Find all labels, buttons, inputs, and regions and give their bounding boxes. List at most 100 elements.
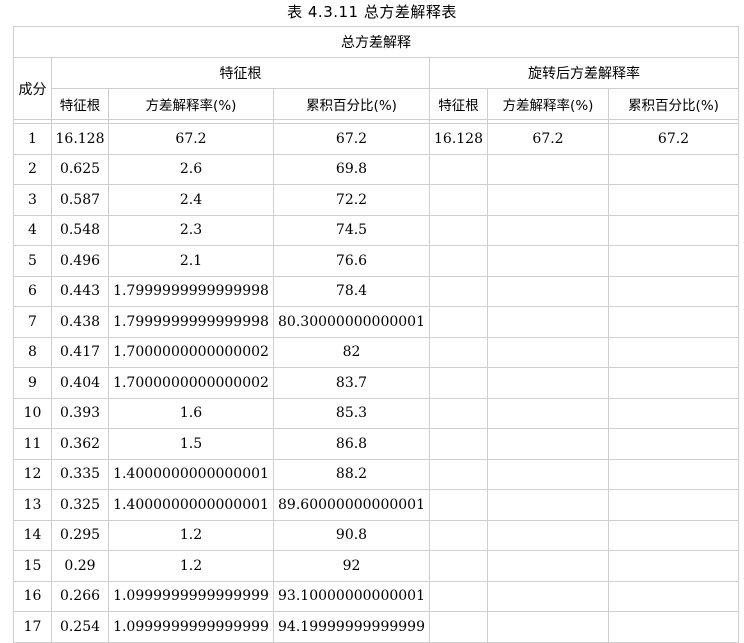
table-row: 9 0.404 1.7000000000000002 83.7 [13, 367, 740, 399]
cumulative-cell: 76.6 [273, 245, 430, 277]
rotated-eigen-cell [429, 489, 488, 521]
rotated-variance-cell [487, 306, 609, 338]
cumulative-cell: 82 [273, 336, 430, 368]
rotated-cumulative-cell [607, 550, 740, 582]
rotated-eigen-cell [429, 550, 488, 582]
rotated-eigen-cell [429, 153, 488, 185]
rotated-cumulative-cell [607, 458, 740, 490]
component-cell: 5 [13, 245, 52, 277]
cumulative-cell: 72.2 [273, 184, 430, 216]
rotated-cumulative-cell [607, 489, 740, 521]
variance-cell: 2.4 [108, 184, 274, 216]
component-cell: 3 [13, 184, 52, 216]
variance-cell: 1.4000000000000001 [108, 489, 274, 521]
table-row: 10 0.393 1.6 85.3 [13, 397, 740, 429]
component-cell: 16 [13, 580, 52, 612]
eigen-cell: 0.496 [51, 245, 109, 277]
rotated-eigen-cell [429, 397, 488, 429]
table-row: 17 0.254 1.0999999999999999 94.199999999999… [13, 611, 740, 643]
rotated-cumulative-cell [607, 397, 740, 429]
eigen-cell: 0.548 [51, 214, 109, 246]
rotated-variance-header: 方差解释率(%) [487, 88, 609, 120]
variance-cell: 1.7999999999999998 [108, 306, 274, 338]
eigen-cell: 0.266 [51, 580, 109, 612]
table-body: 1 16.128 67.2 67.2 16.128 67.2 67.2 2 0.625 2.6 69… [13, 123, 740, 643]
rotated-variance-cell: 67.2 [487, 123, 609, 155]
rotated-variance-cell [487, 245, 609, 277]
rotated-variance-cell [487, 428, 609, 460]
table-row: 3 0.587 2.4 72.2 [13, 184, 740, 216]
component-cell: 7 [13, 306, 52, 338]
eigen-cell: 0.417 [51, 336, 109, 368]
rotated-variance-cell [487, 580, 609, 612]
component-cell: 9 [13, 367, 52, 399]
table-caption: 表 4.3.11 总方差解释表 [287, 3, 457, 21]
rotated-eigen-cell [429, 519, 488, 551]
eigen-header: 特征根 [51, 88, 109, 120]
rotated-variance-cell [487, 489, 609, 521]
variance-cell: 1.2 [108, 519, 274, 551]
variance-cell: 1.0999999999999999 [108, 611, 274, 643]
variance-cell: 1.5 [108, 428, 274, 460]
eigen-cell: 0.335 [51, 458, 109, 490]
variance-cell: 1.7000000000000002 [108, 367, 274, 399]
table-row: 6 0.443 1.7999999999999998 78.4 [13, 275, 740, 307]
component-cell: 15 [13, 550, 52, 582]
cumulative-cell: 67.2 [273, 123, 430, 155]
component-cell: 13 [13, 489, 52, 521]
eigen-cell: 0.254 [51, 611, 109, 643]
variance-cell: 1.0999999999999999 [108, 580, 274, 612]
variance-cell: 1.7999999999999998 [108, 275, 274, 307]
table-row: 12 0.335 1.4000000000000001 88.2 [13, 458, 740, 490]
cumulative-cell: 89.60000000000001 [273, 489, 430, 521]
cumulative-cell: 88.2 [273, 458, 430, 490]
rotated-cumulative-cell [607, 184, 740, 216]
component-cell: 10 [13, 397, 52, 429]
variance-cell: 67.2 [108, 123, 274, 155]
variance-cell: 1.4000000000000001 [108, 458, 274, 490]
rotated-cumulative-cell [607, 519, 740, 551]
component-cell: 6 [13, 275, 52, 307]
cumulative-cell: 85.3 [273, 397, 430, 429]
cumulative-cell: 86.8 [273, 428, 430, 460]
rotated-eigen-cell [429, 458, 488, 490]
rotated-eigen-cell [429, 611, 488, 643]
component-cell: 2 [13, 153, 52, 185]
rotated-cumulative-cell [607, 275, 740, 307]
eigen-cell: 0.438 [51, 306, 109, 338]
rotated-cumulative-cell [607, 580, 740, 612]
eigen-cell: 16.128 [51, 123, 109, 155]
cumulative-cell: 90.8 [273, 519, 430, 551]
rotated-eigen-cell [429, 184, 488, 216]
table-row: 4 0.548 2.3 74.5 [13, 214, 740, 246]
rotated-eigen-cell [429, 336, 488, 368]
eigen-cell: 0.362 [51, 428, 109, 460]
eigen-cell: 0.393 [51, 397, 109, 429]
eigen-cell: 0.443 [51, 275, 109, 307]
component-cell: 17 [13, 611, 52, 643]
rotated-variance-cell [487, 367, 609, 399]
cumulative-cell: 83.7 [273, 367, 430, 399]
table-row: 14 0.295 1.2 90.8 [13, 519, 740, 551]
eigen-cell: 0.295 [51, 519, 109, 551]
table-row: 5 0.496 2.1 76.6 [13, 245, 740, 277]
rotated-eigen-cell [429, 275, 488, 307]
rotated-variance-cell [487, 336, 609, 368]
component-cell: 14 [13, 519, 52, 551]
variance-table: 总方差解释 成分 特征根 旋转后方差解释率 特征根 方差解释率(%) 累积百分比… [12, 26, 740, 643]
rotated-cumulative-cell [607, 428, 740, 460]
table-row: 1 16.128 67.2 67.2 16.128 67.2 67.2 [13, 123, 740, 155]
eigen-cell: 0.29 [51, 550, 109, 582]
rotated-variance-cell [487, 275, 609, 307]
variance-cell: 2.1 [108, 245, 274, 277]
cumulative-cell: 78.4 [273, 275, 430, 307]
cumulative-header: 累积百分比(%) [273, 88, 430, 120]
rotated-cumulative-cell [607, 611, 740, 643]
component-cell: 8 [13, 336, 52, 368]
variance-cell: 1.7000000000000002 [108, 336, 274, 368]
rotated-cumulative-cell [607, 153, 740, 185]
rotated-eigen-cell [429, 367, 488, 399]
component-header: 成分 [13, 57, 52, 120]
variance-cell: 1.6 [108, 397, 274, 429]
variance-cell: 2.6 [108, 153, 274, 185]
